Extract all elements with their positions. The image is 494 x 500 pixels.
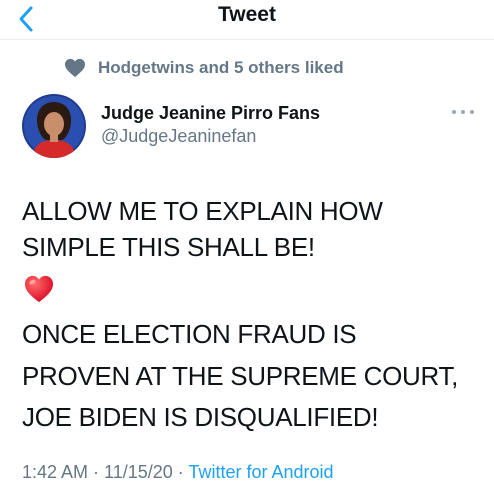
more-dots-icon [461, 110, 465, 114]
profile-photo [22, 94, 86, 158]
social-context: Hodgetwins and 5 others liked [64, 56, 344, 80]
meta-separator: · [172, 462, 189, 482]
tweet-text-line: ALLOW ME TO EXPLAIN HOW [22, 196, 383, 226]
tweet-text-line: JOE BIDEN IS DISQUALIFIED! [22, 402, 379, 432]
tweet-text-line: PROVEN AT THE SUPREME COURT, [22, 361, 459, 391]
tweet-date[interactable]: 11/15/20 [104, 462, 173, 482]
tweet-text-line: ONCE ELECTION FRAUD IS [22, 319, 357, 349]
social-context-text[interactable]: Hodgetwins and 5 others liked [98, 58, 344, 78]
more-dots-icon [452, 110, 456, 114]
tweet-text-line: SIMPLE THIS SHALL BE! [22, 232, 315, 262]
meta-separator: · [88, 462, 105, 482]
top-bar: Tweet [0, 0, 494, 40]
tweet-meta: 1:42 AM · 11/15/20 · Twitter for Android [22, 462, 334, 483]
more-dots-icon [470, 110, 474, 114]
red-heart-icon [25, 275, 53, 303]
more-options-button[interactable] [452, 106, 474, 118]
author-handle[interactable]: @JudgeJeaninefan [101, 126, 256, 147]
heart-icon [65, 58, 85, 78]
tweet-time[interactable]: 1:42 AM [22, 462, 88, 482]
page-title: Tweet [218, 3, 276, 26]
tweet-source-link[interactable]: Twitter for Android [188, 462, 333, 482]
author-display-name[interactable]: Judge Jeanine Pirro Fans [101, 103, 320, 124]
avatar[interactable] [22, 94, 86, 158]
